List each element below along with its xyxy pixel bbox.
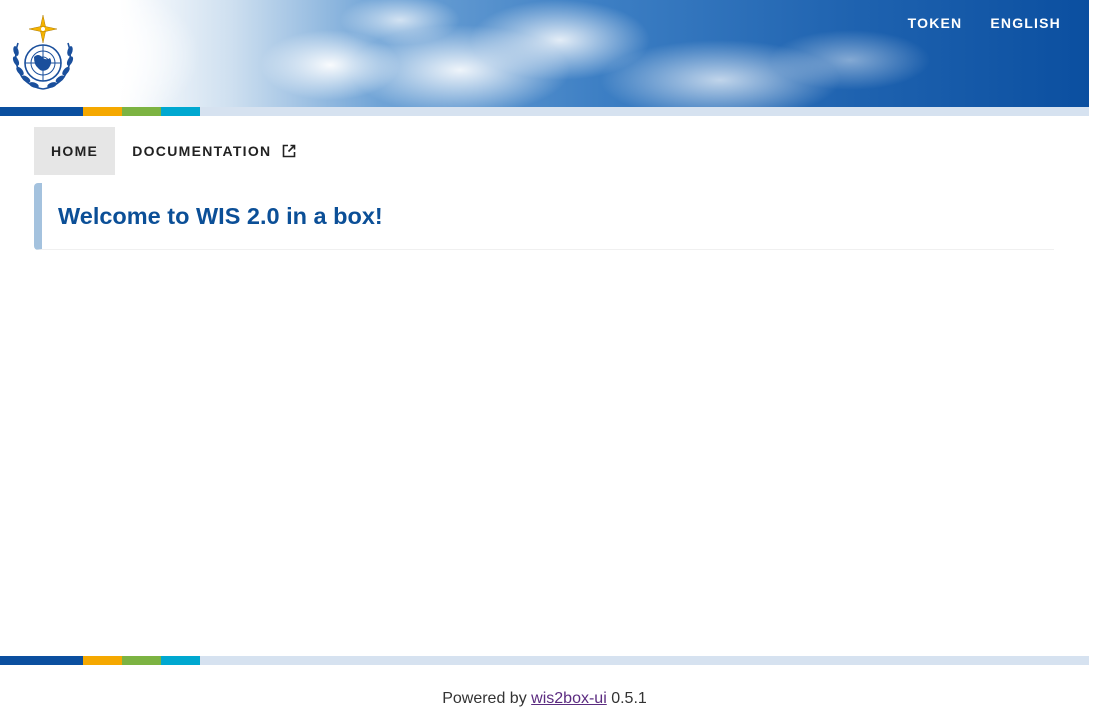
footer: Powered by wis2box-ui 0.5.1 <box>0 690 1089 708</box>
tab-home[interactable]: HOME <box>34 127 116 175</box>
stripe-segment <box>0 656 83 665</box>
header-banner: TOKEN ENGLISH <box>0 0 1089 107</box>
stripe-segment <box>200 107 1089 116</box>
page-title: Welcome to WIS 2.0 in a box! <box>58 203 383 229</box>
stripe-segment <box>200 656 1089 665</box>
tab-documentation[interactable]: DOCUMENTATION <box>115 127 314 175</box>
footer-prefix: Powered by <box>442 690 527 707</box>
welcome-panel: Welcome to WIS 2.0 in a box! <box>34 183 1054 250</box>
wmo-emblem-icon[interactable] <box>8 13 78 91</box>
stripe-segment <box>122 656 161 665</box>
header-nav: TOKEN ENGLISH <box>894 12 1075 34</box>
external-link-icon <box>283 144 296 158</box>
stripe-segment <box>122 107 161 116</box>
stripe-segment <box>161 656 200 665</box>
bottom-color-stripe <box>0 656 1089 665</box>
language-select[interactable]: ENGLISH <box>976 12 1075 34</box>
stripe-segment <box>0 107 83 116</box>
token-link[interactable]: TOKEN <box>894 12 977 34</box>
footer-version: 0.5.1 <box>611 690 647 707</box>
stripe-segment <box>161 107 200 116</box>
wis2box-ui-link[interactable]: wis2box-ui <box>531 690 607 707</box>
main-tabs: HOME DOCUMENTATION <box>34 127 314 175</box>
stripe-segment <box>83 656 122 665</box>
top-color-stripe <box>0 107 1089 116</box>
tab-home-label: HOME <box>51 143 99 159</box>
stripe-segment <box>83 107 122 116</box>
tab-documentation-label: DOCUMENTATION <box>132 143 272 159</box>
